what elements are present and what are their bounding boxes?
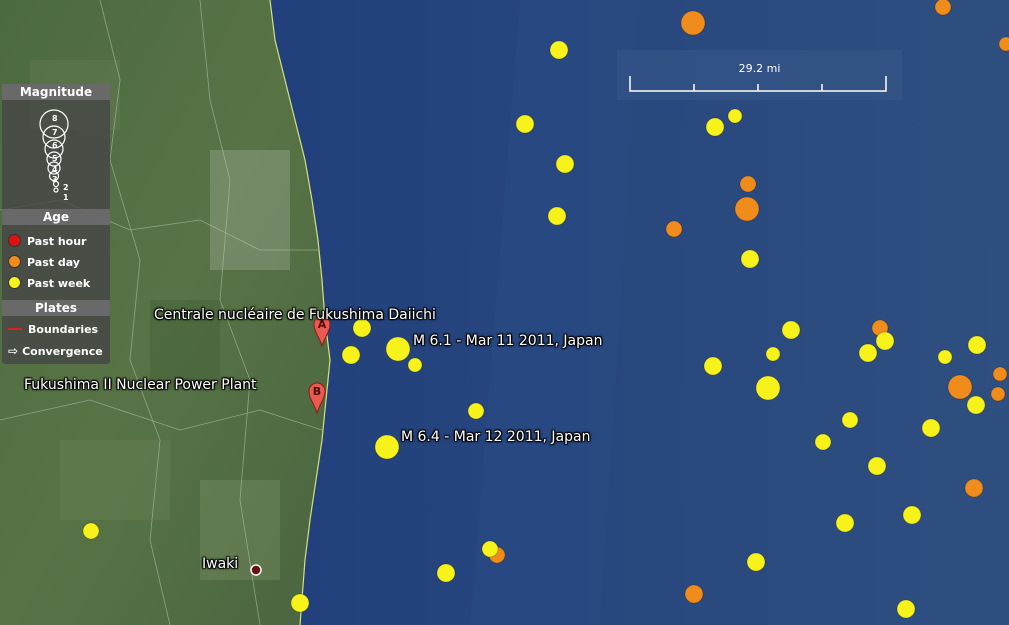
earthquake-marker[interactable]: [740, 249, 760, 269]
earthquake-marker[interactable]: [934, 0, 952, 16]
place-label-fukushima-ii[interactable]: Fukushima II Nuclear Power Plant: [24, 377, 257, 393]
earthquake-marker[interactable]: [902, 505, 922, 525]
earthquake-marker[interactable]: [549, 40, 569, 60]
magnitude-8: 8: [52, 114, 58, 123]
earthquake-marker[interactable]: [680, 10, 706, 36]
earthquake-marker[interactable]: [684, 584, 704, 604]
magnitude-2: 2: [63, 183, 69, 192]
legend-item-past-week: Past week: [8, 275, 90, 293]
magnitude-3: 3: [52, 175, 58, 184]
magnitude-5: 5: [52, 154, 58, 163]
earthquake-marker[interactable]: [990, 386, 1006, 402]
place-label-iwaki[interactable]: Iwaki: [202, 556, 238, 572]
earthquake-marker[interactable]: [841, 411, 859, 429]
earthquake-marker[interactable]: [467, 402, 485, 420]
map-legend: Magnitude 8 7 6 5 4 3 2 1 Age Past hour …: [2, 84, 110, 364]
earthquake-marker[interactable]: [998, 36, 1009, 52]
legend-past-hour-label: Past hour: [27, 235, 87, 248]
earthquake-marker[interactable]: [481, 540, 499, 558]
earthquake-marker[interactable]: [727, 108, 743, 124]
earthquake-marker[interactable]: [921, 418, 941, 438]
legend-past-day-label: Past day: [27, 256, 80, 269]
earthquake-marker[interactable]: [781, 320, 801, 340]
boundary-line-icon: [8, 328, 22, 330]
iwaki-city-icon[interactable]: [250, 564, 262, 576]
magnitude-1: 1: [63, 193, 69, 202]
legend-convergence-label: Convergence: [22, 345, 103, 358]
legend-item-past-hour: Past hour: [8, 233, 86, 251]
earthquake-marker[interactable]: [814, 433, 832, 451]
earthquake-marker[interactable]: [82, 522, 100, 540]
quake-label-m64[interactable]: M 6.4 - Mar 12 2011, Japan: [401, 429, 590, 445]
legend-age-title: Age: [2, 209, 110, 225]
magnitude-7: 7: [52, 128, 58, 137]
earthquake-marker[interactable]: [875, 331, 895, 351]
legend-magnitude-title: Magnitude: [2, 84, 110, 100]
scale-ruler: [629, 76, 887, 92]
earthquake-marker[interactable]: [515, 114, 535, 134]
earthquake-marker[interactable]: [555, 154, 575, 174]
earthquake-marker[interactable]: [436, 563, 456, 583]
legend-plates-title: Plates: [2, 300, 110, 316]
earthquake-marker[interactable]: [407, 357, 423, 373]
past-hour-icon: [8, 234, 21, 247]
earthquake-marker[interactable]: [746, 552, 766, 572]
place-label-fukushima-daiichi[interactable]: Centrale nucléaire de Fukushima Daiichi: [154, 307, 436, 323]
earthquake-marker[interactable]: [835, 513, 855, 533]
earthquake-marker[interactable]: [765, 346, 781, 362]
earthquake-marker[interactable]: [341, 345, 361, 365]
earthquake-marker[interactable]: [739, 175, 757, 193]
quake-label-m61[interactable]: M 6.1 - Mar 11 2011, Japan: [413, 333, 602, 349]
scale-bar: 29.2 mi: [617, 50, 902, 100]
legend-past-week-label: Past week: [27, 277, 91, 290]
past-day-icon: [8, 255, 21, 268]
earthquake-marker[interactable]: [896, 599, 916, 619]
earthquake-marker[interactable]: [703, 356, 723, 376]
earthquake-marker[interactable]: [385, 336, 411, 362]
earthquake-marker[interactable]: [966, 395, 986, 415]
marker-b-letter: B: [313, 385, 321, 398]
earthquake-marker[interactable]: [992, 366, 1008, 382]
earthquake-marker[interactable]: [755, 375, 781, 401]
legend-item-convergence: ⇨ Convergence: [8, 342, 103, 360]
earthquake-marker[interactable]: [947, 374, 973, 400]
convergence-arrow-icon: ⇨: [8, 344, 19, 358]
earthquake-marker[interactable]: [967, 335, 987, 355]
past-week-icon: [8, 276, 21, 289]
earthquake-marker[interactable]: [374, 434, 400, 460]
earthquake-marker[interactable]: [705, 117, 725, 137]
earthquake-marker[interactable]: [290, 593, 310, 613]
earthquake-marker[interactable]: [937, 349, 953, 365]
legend-item-boundaries: Boundaries: [8, 321, 98, 339]
earthquake-marker[interactable]: [547, 206, 567, 226]
earthquake-marker[interactable]: [964, 478, 984, 498]
earthquake-marker[interactable]: [665, 220, 683, 238]
earthquake-marker[interactable]: [867, 456, 887, 476]
magnitude-4: 4: [52, 165, 58, 174]
magnitude-6: 6: [52, 141, 58, 150]
earthquake-marker[interactable]: [858, 343, 878, 363]
earthquake-marker[interactable]: [734, 196, 760, 222]
legend-boundaries-label: Boundaries: [28, 323, 99, 336]
legend-item-past-day: Past day: [8, 254, 80, 272]
